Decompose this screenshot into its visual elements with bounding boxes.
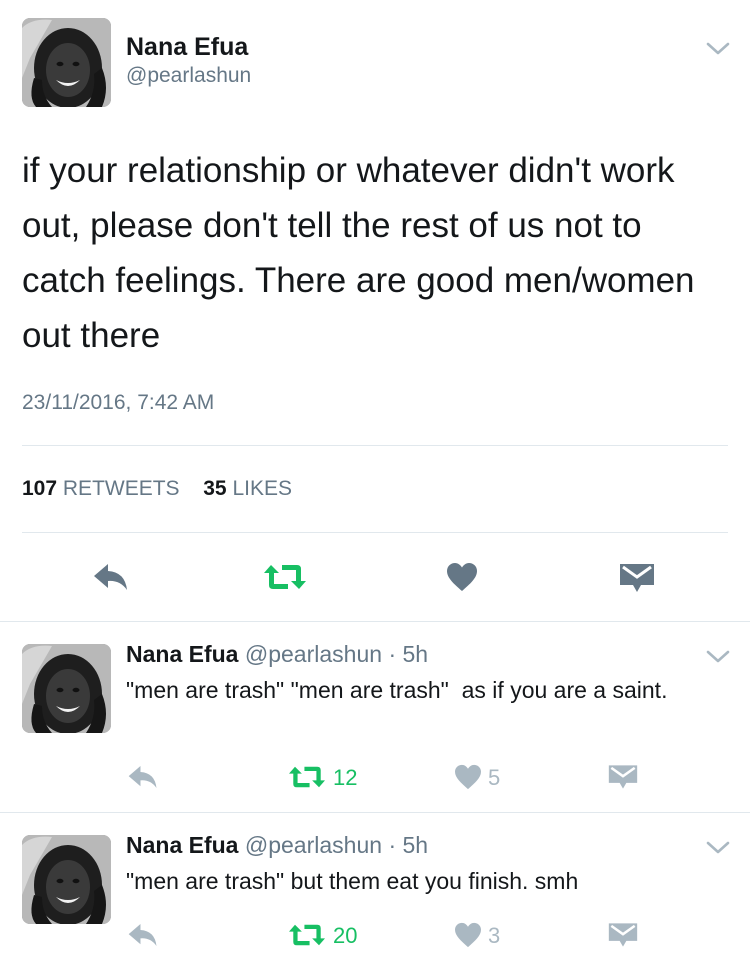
- retweet-label[interactable]: RETWEETS: [63, 477, 180, 500]
- retweet-count[interactable]: 12: [333, 765, 357, 791]
- retweet-icon[interactable]: [287, 765, 327, 789]
- chevron-down-icon[interactable]: [706, 650, 730, 664]
- reply-author-handle[interactable]: @pearlashun: [245, 832, 382, 858]
- retweet-icon[interactable]: [262, 563, 308, 591]
- heart-icon[interactable]: [446, 562, 478, 592]
- author-handle[interactable]: @pearlashun: [126, 64, 251, 88]
- direct-message-icon[interactable]: [608, 764, 638, 790]
- divider: [22, 445, 728, 446]
- reply-icon[interactable]: [127, 764, 159, 790]
- retweet-count[interactable]: 20: [333, 923, 357, 949]
- tweet-detail-page: Nana Efua @pearlashun if your relationsh…: [0, 0, 750, 959]
- reply-time[interactable]: 5h: [403, 832, 429, 858]
- author-avatar[interactable]: [22, 18, 111, 107]
- tweet-text: if your relationship or whatever didn't …: [22, 151, 705, 355]
- like-count[interactable]: 3: [488, 923, 500, 949]
- author-name[interactable]: Nana Efua: [126, 33, 248, 62]
- reply-icon[interactable]: [92, 562, 130, 592]
- tweet-timestamp: 23/11/2016, 7:42 AM: [22, 391, 215, 414]
- reply-icon[interactable]: [127, 922, 159, 948]
- tweet-stats: 107 RETWEETS 35 LIKES: [22, 477, 292, 501]
- retweet-count[interactable]: 107: [22, 477, 57, 500]
- like-label[interactable]: LIKES: [232, 477, 292, 500]
- retweet-icon[interactable]: [287, 923, 327, 947]
- reply-header: Nana Efua @pearlashun · 5h: [126, 832, 428, 859]
- reply-avatar[interactable]: [22, 835, 111, 924]
- reply-author-name[interactable]: Nana Efua: [126, 832, 238, 858]
- like-count[interactable]: 35: [203, 477, 226, 500]
- reply-text: "men are trash" "men are trash" as if yo…: [126, 677, 668, 703]
- chevron-down-icon[interactable]: [706, 42, 730, 56]
- direct-message-icon[interactable]: [619, 563, 655, 593]
- separator-dot: ·: [388, 641, 397, 667]
- reply-avatar[interactable]: [22, 644, 111, 733]
- reply-author-handle[interactable]: @pearlashun: [245, 641, 382, 667]
- like-count[interactable]: 5: [488, 765, 500, 791]
- reply-time[interactable]: 5h: [403, 641, 429, 667]
- reply-header: Nana Efua @pearlashun · 5h: [126, 641, 428, 668]
- reply-text: "men are trash" but them eat you finish.…: [126, 868, 579, 894]
- chevron-down-icon[interactable]: [706, 841, 730, 855]
- direct-message-icon[interactable]: [608, 922, 638, 948]
- heart-icon[interactable]: [454, 764, 482, 790]
- reply-author-name[interactable]: Nana Efua: [126, 641, 238, 667]
- divider: [0, 621, 750, 622]
- divider: [0, 812, 750, 813]
- heart-icon[interactable]: [454, 922, 482, 948]
- divider: [22, 532, 728, 533]
- separator-dot: ·: [388, 832, 397, 858]
